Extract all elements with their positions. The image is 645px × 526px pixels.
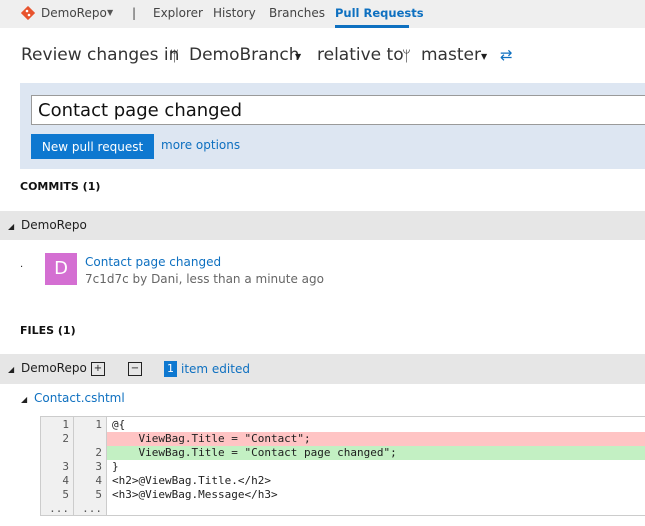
- code-text: @{: [112, 418, 126, 431]
- diff-line: 5 5 <h3>@ViewBag.Message</h3>: [41, 488, 645, 502]
- bullet: ·: [20, 262, 24, 273]
- code-text: <h2>@ViewBag.Title.</h2>: [112, 474, 271, 487]
- files-heading: FILES (1): [20, 324, 76, 337]
- target-branch-selector[interactable]: master: [421, 45, 481, 65]
- collapse-triangle-icon[interactable]: ◢: [21, 395, 27, 404]
- code-text: }: [112, 460, 119, 473]
- nav-separator: |: [132, 6, 137, 20]
- chevron-down-icon[interactable]: ▼: [295, 52, 301, 61]
- new-pull-request-button[interactable]: New pull request: [31, 134, 154, 159]
- code-text: ViewBag.Title = "Contact page changed";: [112, 446, 397, 459]
- new-line-number: 2: [95, 446, 102, 459]
- repo-selector[interactable]: DemoRepo: [41, 6, 107, 20]
- avatar: D: [45, 253, 77, 285]
- code-text: <h3>@ViewBag.Message</h3>: [112, 488, 278, 501]
- relative-to-label: relative to: [317, 45, 404, 65]
- chevron-down-icon[interactable]: ▼: [107, 8, 113, 17]
- branch-icon: ᛘ: [402, 47, 412, 65]
- expand-all-icon[interactable]: +: [91, 362, 105, 376]
- git-logo-icon: [21, 6, 35, 20]
- chevron-down-icon[interactable]: ▼: [481, 52, 487, 61]
- diff-view: 1 1 @{2 ViewBag.Title = "Contact"; 2 ViewBa…: [40, 416, 645, 516]
- new-line-number: 4: [95, 474, 102, 487]
- more-options-link[interactable]: more options: [161, 138, 240, 152]
- new-line-number: 5: [95, 488, 102, 501]
- new-line-number: 3: [95, 460, 102, 473]
- group-repo-name: DemoRepo: [21, 361, 87, 375]
- diff-line: 4 4 <h2>@ViewBag.Title.</h2>: [41, 474, 645, 488]
- pr-title-input[interactable]: [31, 95, 645, 125]
- group-repo-name: DemoRepo: [21, 218, 87, 232]
- branch-icon: ᛘ: [170, 47, 180, 65]
- new-line-number: ...: [82, 502, 102, 515]
- old-line-number: 2: [62, 432, 69, 445]
- diff-line: 3 3}: [41, 460, 645, 474]
- review-prefix: Review changes in: [21, 45, 180, 65]
- diff-line: 2 ViewBag.Title = "Contact page changed"…: [41, 446, 645, 460]
- tab-pull-requests[interactable]: Pull Requests: [335, 6, 424, 20]
- edited-label: item edited: [181, 362, 250, 376]
- old-line-number: 1: [62, 418, 69, 431]
- file-link[interactable]: Contact.cshtml: [34, 391, 125, 405]
- diff-line: ......: [41, 502, 645, 516]
- old-line-number: 3: [62, 460, 69, 473]
- diff-line: 2 ViewBag.Title = "Contact";: [41, 432, 645, 446]
- collapse-all-icon[interactable]: −: [128, 362, 142, 376]
- collapse-triangle-icon[interactable]: ◢: [8, 365, 14, 374]
- code-text: ViewBag.Title = "Contact";: [112, 432, 311, 445]
- commits-repo-group[interactable]: [0, 211, 645, 240]
- active-tab-indicator: [335, 25, 409, 28]
- commits-heading: COMMITS (1): [20, 180, 101, 193]
- commit-message-link[interactable]: Contact page changed: [85, 255, 221, 269]
- tab-branches[interactable]: Branches: [269, 6, 325, 20]
- commit-meta: 7c1d7c by Dani, less than a minute ago: [85, 272, 324, 286]
- source-branch-selector[interactable]: DemoBranch: [189, 45, 299, 65]
- old-line-number: ...: [49, 502, 69, 515]
- tab-history[interactable]: History: [213, 6, 256, 20]
- edited-count-badge: 1: [164, 361, 177, 377]
- diff-line: 1 1 @{: [41, 418, 645, 432]
- new-line-number: 1: [95, 418, 102, 431]
- collapse-triangle-icon[interactable]: ◢: [8, 222, 14, 231]
- old-line-number: 4: [62, 474, 69, 487]
- swap-branches-icon[interactable]: ⇄: [500, 46, 513, 64]
- old-line-number: 5: [62, 488, 69, 501]
- tab-explorer[interactable]: Explorer: [153, 6, 203, 20]
